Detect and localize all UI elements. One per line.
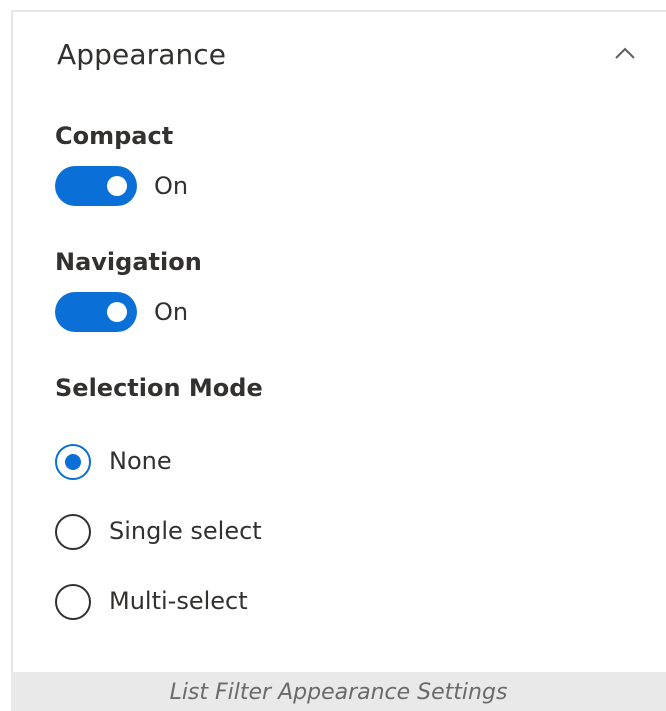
toggle-knob: [107, 302, 127, 322]
section-title: Appearance: [57, 38, 227, 71]
selection-mode-label: Selection Mode: [55, 374, 263, 402]
navigation-state: On: [154, 298, 189, 326]
navigation-toggle[interactable]: [55, 292, 137, 332]
radio-single-select-label[interactable]: Single select: [109, 517, 262, 545]
radio-multi-select-label[interactable]: Multi-select: [109, 587, 248, 615]
radio-none-label[interactable]: None: [109, 447, 172, 475]
appearance-panel: Appearance Compact On Navigation On Sele…: [11, 10, 666, 672]
page: Appearance Compact On Navigation On Sele…: [0, 0, 666, 711]
caption-bar: List Filter Appearance Settings: [11, 672, 666, 711]
radio-single-select[interactable]: [55, 514, 91, 550]
compact-label: Compact: [55, 122, 174, 150]
compact-state: On: [154, 172, 189, 200]
navigation-label: Navigation: [55, 248, 202, 276]
caption-text: List Filter Appearance Settings: [169, 680, 508, 705]
compact-toggle[interactable]: [55, 166, 137, 206]
radio-none[interactable]: [55, 444, 91, 480]
radio-multi-select[interactable]: [55, 584, 91, 620]
chevron-up-icon[interactable]: [614, 46, 636, 60]
radio-dot: [65, 454, 81, 470]
toggle-knob: [107, 176, 127, 196]
